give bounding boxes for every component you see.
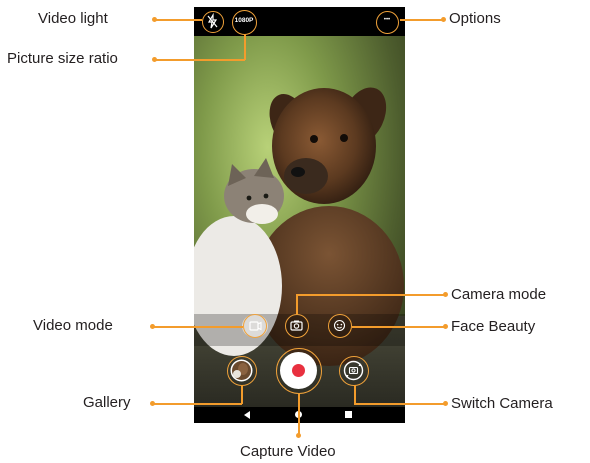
- camera-mode-leader-dot: [443, 292, 448, 297]
- switch-camera-leader-v: [354, 385, 356, 404]
- switch-camera-label: Switch Camera: [451, 395, 553, 412]
- video-light-label: Video light: [38, 10, 108, 27]
- switch-camera-leader-h: [354, 403, 445, 405]
- video-light-button[interactable]: [202, 11, 224, 33]
- capture-outer-ring: [280, 352, 317, 389]
- video-camera-icon: [249, 321, 262, 331]
- capture-video-leader: [298, 394, 300, 436]
- gallery-leader-h: [153, 403, 242, 405]
- video-mode-button[interactable]: [242, 314, 268, 338]
- picture-size-ratio-label: Picture size ratio: [7, 50, 118, 67]
- picture-size-leader-v: [244, 34, 246, 60]
- picture-size-leader-h: [155, 59, 245, 61]
- phone-screen: 1080P •••: [194, 7, 405, 423]
- video-mode-label: Video mode: [33, 317, 113, 334]
- flash-off-icon: [207, 12, 218, 29]
- face-icon: [333, 319, 346, 332]
- recents-square-icon[interactable]: [345, 411, 352, 418]
- camera-top-bar: 1080P •••: [194, 7, 405, 36]
- camera-mode-button[interactable]: [285, 314, 309, 338]
- resolution-badge: 1080P: [234, 17, 254, 24]
- capture-video-button[interactable]: [276, 348, 322, 394]
- gallery-label: Gallery: [83, 394, 131, 411]
- options-button[interactable]: •••: [376, 11, 399, 34]
- more-dots-icon: •••: [383, 17, 391, 23]
- capture-video-label: Capture Video: [240, 443, 336, 460]
- video-light-leader: [155, 19, 202, 21]
- gallery-thumbnail: [230, 359, 253, 382]
- back-triangle-icon[interactable]: [242, 410, 252, 420]
- options-label: Options: [449, 10, 501, 27]
- capture-video-leader-dot: [296, 433, 301, 438]
- face-beauty-button[interactable]: [328, 314, 352, 338]
- picture-size-button[interactable]: 1080P: [232, 10, 257, 35]
- switch-camera-button[interactable]: [339, 356, 369, 386]
- face-beauty-leader-dot: [443, 324, 448, 329]
- options-leader-dot: [441, 17, 446, 22]
- record-icon: [292, 364, 305, 377]
- camera-mode-label: Camera mode: [451, 286, 547, 303]
- gallery-leader-v: [241, 385, 243, 404]
- system-nav-bar: [194, 407, 405, 423]
- switch-camera-leader-dot: [443, 401, 448, 406]
- camera-mode-leader-h: [296, 294, 445, 296]
- video-mode-leader: [153, 326, 243, 328]
- face-beauty-label: Face Beauty: [451, 318, 536, 335]
- camera-icon: [290, 320, 303, 331]
- options-leader: [400, 19, 443, 21]
- camera-mode-leader-v: [296, 294, 298, 314]
- gallery-button[interactable]: [227, 356, 257, 386]
- face-beauty-leader: [352, 326, 445, 328]
- switch-camera-icon: [343, 360, 364, 381]
